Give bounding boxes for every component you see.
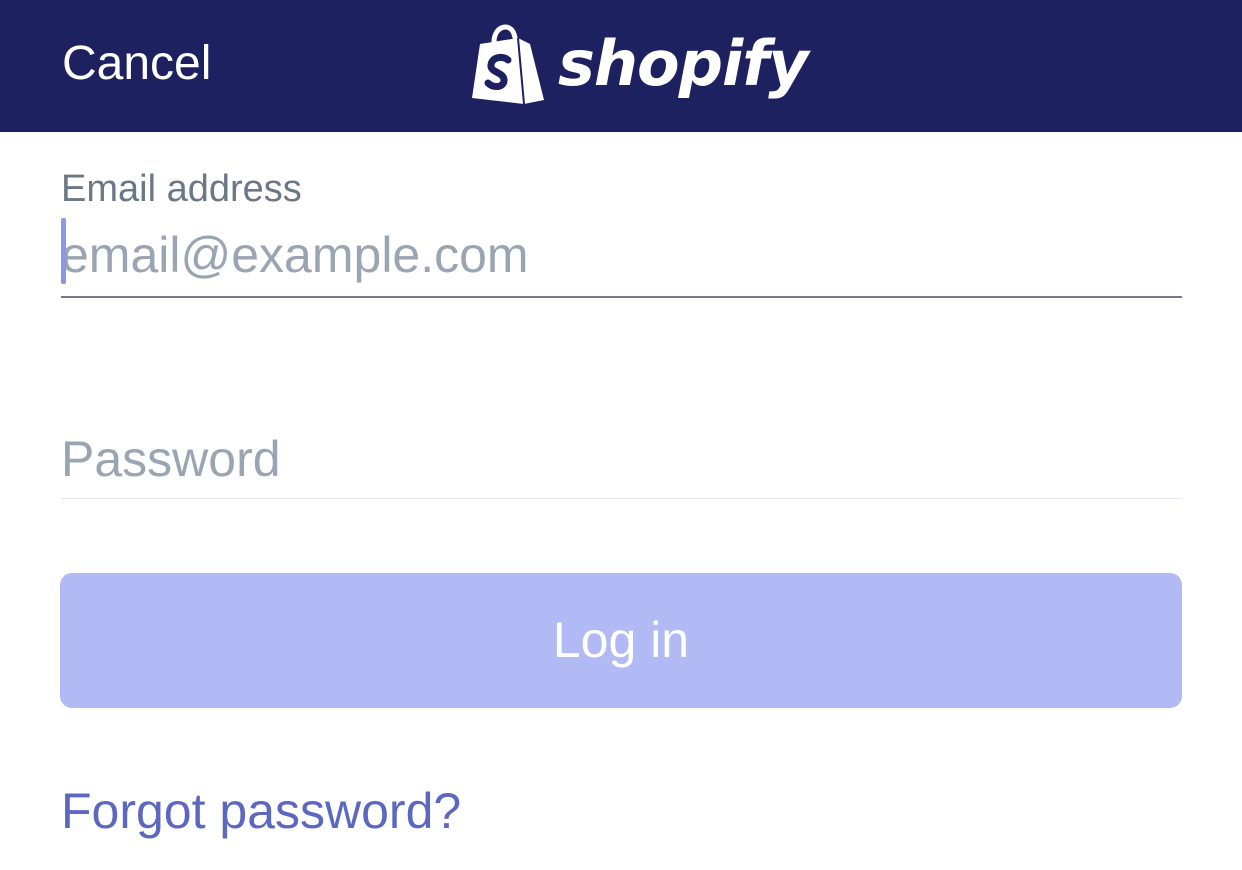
password-input[interactable]: [61, 426, 1182, 492]
email-label: Email address: [61, 168, 302, 210]
password-field-container: [61, 426, 1182, 499]
brand-wordmark: shopify: [558, 27, 809, 100]
cancel-button[interactable]: Cancel: [62, 36, 211, 92]
forgot-password-link[interactable]: Forgot password?: [61, 782, 461, 840]
shopify-logo: shopify: [470, 18, 809, 110]
log-in-button[interactable]: Log in: [60, 573, 1182, 708]
email-field-container: [61, 218, 1182, 298]
navigation-bar: Cancel shopify: [0, 0, 1242, 132]
shopping-bag-icon: [472, 24, 544, 105]
email-input[interactable]: [61, 222, 1182, 288]
text-cursor: [61, 218, 66, 284]
